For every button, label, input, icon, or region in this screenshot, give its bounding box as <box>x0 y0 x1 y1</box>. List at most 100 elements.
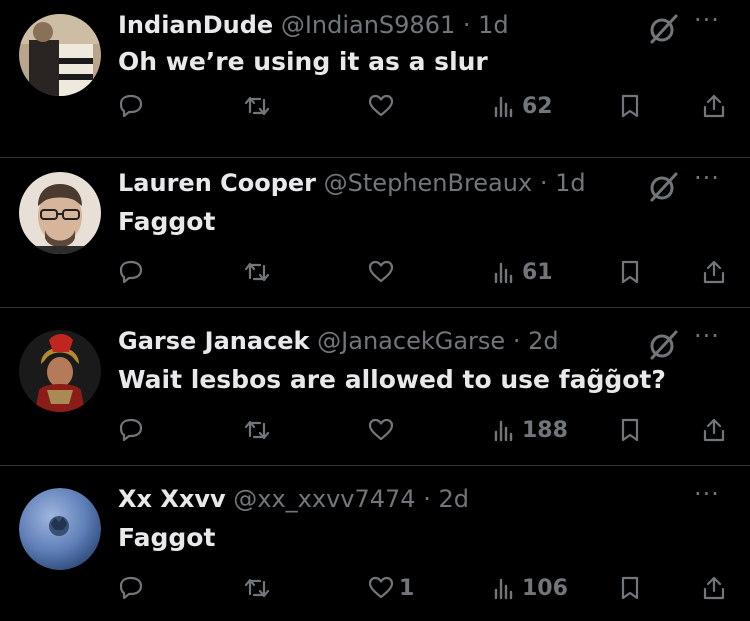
views-button[interactable]: 62 <box>490 86 553 126</box>
bookmark-icon <box>621 94 639 118</box>
reply-icon <box>119 94 143 118</box>
separator: · <box>539 169 548 197</box>
timestamp[interactable]: 1d <box>555 169 586 197</box>
retweet-icon <box>244 420 270 440</box>
views-button[interactable]: 61 <box>490 252 553 292</box>
tweet[interactable]: Xx Xxvv @xx_xxvv7474 · 2d ··· Faggot 1 1… <box>0 466 750 621</box>
reply-button[interactable] <box>117 252 145 292</box>
author-name[interactable]: Lauren Cooper <box>118 169 316 197</box>
tweet-header: Lauren Cooper @StephenBreaux · 1d <box>118 168 586 198</box>
avatar-icon <box>19 330 101 412</box>
bookmark-button[interactable] <box>616 568 644 608</box>
author-name[interactable]: Xx Xxvv <box>118 485 226 513</box>
reply-icon <box>119 576 143 600</box>
retweet-button[interactable] <box>243 568 271 608</box>
tweet-text: Faggot <box>118 207 216 236</box>
reply-icon <box>119 418 143 442</box>
author-name[interactable]: IndianDude <box>118 11 273 39</box>
share-icon <box>703 418 725 442</box>
author-handle[interactable]: @IndianS9861 <box>281 11 455 39</box>
more-icon[interactable]: ··· <box>694 166 720 190</box>
share-icon <box>703 260 725 284</box>
bookmark-button[interactable] <box>616 410 644 450</box>
separator: · <box>462 11 471 39</box>
tweet-header: Xx Xxvv @xx_xxvv7474 · 2d <box>118 484 469 514</box>
share-button[interactable] <box>700 86 728 126</box>
views-icon <box>494 262 513 284</box>
like-button[interactable] <box>367 410 399 450</box>
views-icon <box>494 420 513 442</box>
retweet-button[interactable] <box>243 410 271 450</box>
timestamp[interactable]: 2d <box>528 327 559 355</box>
author-handle[interactable]: @xx_xxvv7474 <box>233 485 415 513</box>
view-count: 106 <box>522 575 568 601</box>
retweet-icon <box>244 262 270 282</box>
views-icon <box>494 578 513 600</box>
like-button[interactable] <box>367 86 399 126</box>
like-icon <box>368 576 394 599</box>
avatar-icon <box>19 172 101 254</box>
tweet[interactable]: IndianDude @IndianS9861 · 1d ··· Oh we’r… <box>0 0 750 158</box>
reply-icon <box>119 260 143 284</box>
action-bar: 61 <box>0 252 750 292</box>
bookmark-icon <box>621 418 639 442</box>
view-count: 62 <box>522 93 553 119</box>
tweet[interactable]: Lauren Cooper @StephenBreaux · 1d ··· Fa… <box>0 150 750 308</box>
timestamp[interactable]: 2d <box>438 485 469 513</box>
action-bar: 62 <box>0 86 750 126</box>
bookmark-button[interactable] <box>616 86 644 126</box>
avatar[interactable] <box>19 488 101 570</box>
retweet-button[interactable] <box>243 86 271 126</box>
bookmark-button[interactable] <box>616 252 644 292</box>
share-button[interactable] <box>700 568 728 608</box>
author-handle[interactable]: @StephenBreaux <box>324 169 533 197</box>
reply-button[interactable] <box>117 568 145 608</box>
bookmark-icon <box>621 576 639 600</box>
avatar-icon <box>19 14 101 96</box>
like-icon <box>368 94 394 117</box>
author-handle[interactable]: @JanacekGarse <box>317 327 505 355</box>
grok-icon[interactable] <box>646 170 680 204</box>
avatar[interactable] <box>19 14 101 96</box>
tweet-text: Oh we’re using it as a slur <box>118 47 488 76</box>
avatar[interactable] <box>19 330 101 412</box>
share-icon <box>703 576 725 600</box>
action-bar: 188 <box>0 410 750 450</box>
like-icon <box>368 260 394 283</box>
tweet-text: Faggot <box>118 523 216 552</box>
more-icon[interactable]: ··· <box>694 482 720 506</box>
avatar-icon <box>19 488 101 570</box>
author-name[interactable]: Garse Janacek <box>118 327 310 355</box>
reply-button[interactable] <box>117 410 145 450</box>
view-count: 188 <box>522 417 568 443</box>
like-count: 1 <box>399 575 415 601</box>
grok-icon[interactable] <box>646 12 680 46</box>
reply-button[interactable] <box>117 86 145 126</box>
view-count: 61 <box>522 259 553 285</box>
reply-feed: IndianDude @IndianS9861 · 1d ··· Oh we’r… <box>0 0 750 621</box>
grok-icon[interactable] <box>646 328 680 362</box>
share-icon <box>703 94 725 118</box>
tweet-text: Wait lesbos are allowed to use fag̃g̃ot? <box>118 365 666 394</box>
tweet-header: Garse Janacek @JanacekGarse · 2d <box>118 326 559 356</box>
views-button[interactable]: 106 <box>490 568 568 608</box>
share-button[interactable] <box>700 410 728 450</box>
tweet[interactable]: Garse Janacek @JanacekGarse · 2d ··· Wai… <box>0 308 750 466</box>
like-button[interactable]: 1 <box>367 568 414 608</box>
like-button[interactable] <box>367 252 399 292</box>
tweet-header: IndianDude @IndianS9861 · 1d <box>118 10 509 40</box>
retweet-icon <box>244 96 270 116</box>
timestamp[interactable]: 1d <box>478 11 509 39</box>
views-icon <box>494 96 513 118</box>
like-icon <box>368 418 394 441</box>
retweet-button[interactable] <box>243 252 271 292</box>
more-icon[interactable]: ··· <box>694 8 720 32</box>
share-button[interactable] <box>700 252 728 292</box>
views-button[interactable]: 188 <box>490 410 568 450</box>
avatar[interactable] <box>19 172 101 254</box>
bookmark-icon <box>621 260 639 284</box>
retweet-icon <box>244 578 270 598</box>
action-bar: 1 106 <box>0 568 750 608</box>
more-icon[interactable]: ··· <box>694 324 720 348</box>
separator: · <box>512 327 521 355</box>
